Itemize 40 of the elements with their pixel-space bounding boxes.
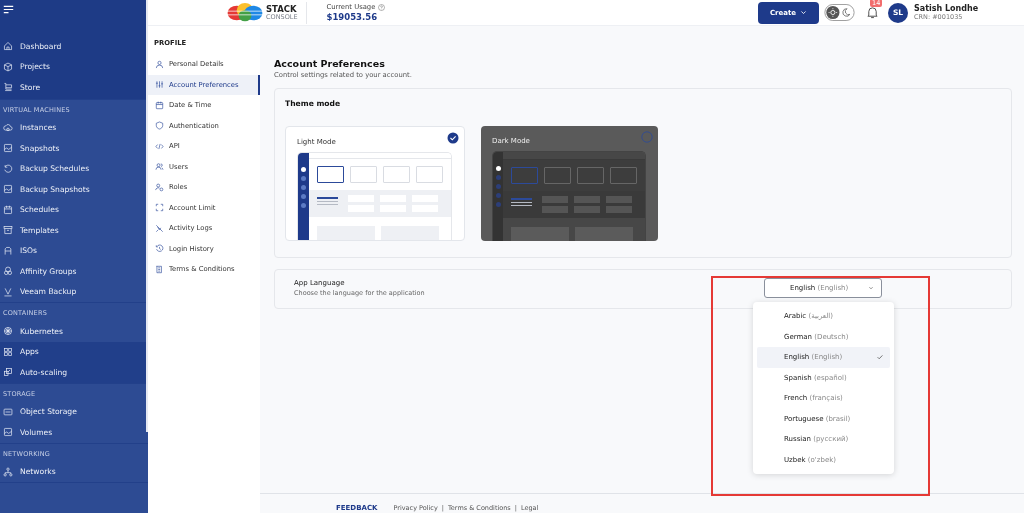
frame-icon	[155, 203, 164, 213]
shield-icon	[155, 121, 164, 131]
storage-icon	[3, 406, 13, 417]
image-icon	[3, 184, 13, 195]
circles-icon	[3, 266, 13, 277]
page-title: Account Preferences	[274, 58, 386, 69]
sliders-icon	[155, 80, 164, 90]
v-letter-icon	[3, 286, 13, 297]
cart-icon	[3, 82, 13, 93]
checked-radio[interactable]	[447, 132, 459, 144]
home-icon	[3, 41, 13, 52]
caret-icon	[800, 9, 808, 16]
network-icon	[3, 466, 13, 477]
usage-amount: $19053.56	[326, 12, 379, 22]
menu-icon[interactable]	[3, 4, 14, 15]
notification-bell-icon[interactable]	[866, 5, 879, 19]
check-icon	[876, 353, 884, 362]
image-icon	[3, 143, 13, 154]
archive-icon	[3, 225, 13, 236]
code-icon	[155, 141, 164, 151]
user-icon	[155, 59, 164, 69]
image-icon	[3, 427, 13, 438]
scrollbar-thumb[interactable]	[146, 0, 148, 432]
cloud-icon	[3, 122, 13, 133]
logo-text: STACK	[266, 5, 298, 14]
refresh-icon	[3, 163, 13, 174]
users-icon	[155, 162, 164, 172]
history-icon	[155, 244, 164, 254]
resize-icon	[3, 367, 13, 378]
calendar-icon	[3, 204, 13, 215]
radio-button[interactable]	[641, 131, 653, 143]
theme-toggle[interactable]	[824, 4, 855, 21]
wheel-icon	[3, 326, 13, 337]
grid-icon	[3, 346, 13, 357]
cube-icon	[3, 61, 13, 72]
calendar-icon	[155, 100, 164, 110]
document-icon	[155, 264, 164, 274]
activity-icon	[155, 223, 164, 233]
user-name: Satish Londhe	[914, 4, 980, 13]
user-gear-icon	[155, 182, 164, 192]
